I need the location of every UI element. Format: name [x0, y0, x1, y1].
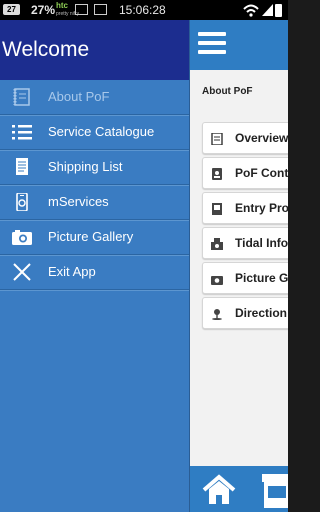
navigation-drawer: Welcome About PoF Service Catalogue Ship…	[0, 20, 190, 512]
menu-item-exit-app[interactable]: Exit App	[0, 255, 189, 290]
menu-item-service-catalogue[interactable]: Service Catalogue	[0, 115, 189, 150]
close-icon	[12, 263, 32, 281]
menu-item-label: mServices	[48, 194, 109, 209]
card-label: Entry Pro	[235, 201, 288, 215]
drawer-title: Welcome	[2, 38, 90, 61]
list-icon	[12, 123, 32, 141]
home-icon[interactable]	[202, 474, 236, 506]
bottom-bar	[190, 466, 288, 512]
card-pof-contacts[interactable]: PoF Cont	[202, 157, 288, 189]
menu-item-shipping-list[interactable]: Shipping List	[0, 150, 189, 185]
card-overview[interactable]: Overview	[202, 122, 288, 154]
document-icon	[12, 158, 32, 176]
about-book-icon	[12, 88, 32, 106]
menu-item-about-pof[interactable]: About PoF	[0, 80, 189, 115]
card-tidal-info[interactable]: Tidal Info	[202, 227, 288, 259]
menu-item-label: Shipping List	[48, 159, 123, 174]
battery-icon	[275, 4, 282, 17]
location-icon	[211, 307, 223, 320]
drawer-header: Welcome	[0, 20, 189, 80]
shop-icon[interactable]	[260, 470, 288, 510]
app-bar	[190, 20, 288, 70]
card-entry-procedures[interactable]: Entry Pro	[202, 192, 288, 224]
camera-icon	[12, 228, 32, 246]
menu-toggle-icon[interactable]	[198, 32, 226, 54]
notification-icon	[75, 4, 88, 15]
menu-item-mservices[interactable]: mServices	[0, 185, 189, 220]
menu-item-label: Service Catalogue	[48, 124, 155, 139]
main-content: About PoF Overview PoF Cont Entry Pro Ti…	[190, 20, 288, 512]
battery-percent: 27%	[31, 3, 56, 17]
entry-icon	[211, 202, 223, 215]
card-label: Direction	[235, 306, 288, 320]
contact-icon	[211, 167, 223, 180]
tide-icon	[211, 237, 223, 250]
card-label: Picture G	[235, 271, 288, 285]
signal-icon	[262, 0, 274, 20]
wifi-icon	[243, 0, 259, 20]
book-icon	[211, 132, 223, 146]
section-title: About PoF	[202, 86, 253, 97]
notification-icon	[94, 4, 107, 15]
clock: 15:06:28	[119, 3, 166, 17]
card-label: Overview	[235, 131, 288, 145]
mobile-phone-icon	[12, 192, 32, 212]
card-directions[interactable]: Direction	[202, 297, 288, 329]
card-picture-gallery[interactable]: Picture G	[202, 262, 288, 294]
card-label: Tidal Info	[235, 236, 288, 250]
camera-icon	[211, 272, 223, 285]
status-bar: 27 27% htc pretty nifty 15:06:28	[0, 0, 288, 20]
card-label: PoF Cont	[235, 166, 288, 180]
notification-badge: 27	[3, 4, 20, 15]
menu-item-label: Exit App	[48, 264, 96, 279]
menu-item-label: About PoF	[48, 89, 110, 104]
menu-item-picture-gallery[interactable]: Picture Gallery	[0, 220, 189, 255]
menu-item-label: Picture Gallery	[48, 229, 134, 244]
